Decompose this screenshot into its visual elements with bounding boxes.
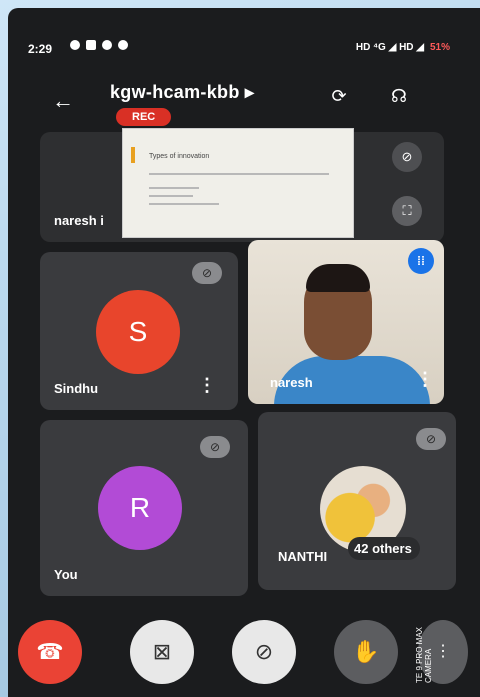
more-options-icon[interactable]: ⋮ — [416, 369, 434, 390]
camera-off-button[interactable]: ⊠ — [130, 620, 194, 684]
mic-off-button[interactable]: ⊘ — [232, 620, 296, 684]
mic-off-icon: ⊘ — [200, 436, 230, 458]
meeting-code[interactable]: kgw-hcam-kbb ▸ — [110, 82, 254, 103]
doc-line — [149, 187, 199, 189]
mic-off-icon: ⊘ — [392, 142, 422, 172]
battery-level: 51% — [429, 42, 450, 53]
participant-tile-you[interactable]: ⊘ R You — [40, 420, 248, 596]
end-call-button[interactable]: ☎ — [18, 620, 82, 684]
participant-name: You — [54, 567, 78, 582]
mic-off-icon: ⊘ — [416, 428, 446, 450]
headphones-icon[interactable]: ☊ — [386, 86, 412, 112]
participant-tile-others[interactable]: ⊘ NANTHI 42 others — [258, 412, 456, 590]
others-count-badge[interactable]: 42 others — [348, 537, 420, 560]
network-indicator: HD ⁴G ◢ HD ◢ — [355, 42, 424, 53]
doc-line — [149, 173, 329, 175]
presenter-name: naresh i — [54, 213, 104, 228]
device-watermark: TE 9 PRO MAX CAMERA — [415, 626, 433, 683]
doc-line — [149, 203, 219, 205]
meeting-header: ← kgw-hcam-kbb ▸ REC ⟳ ☊ — [8, 78, 480, 126]
mic-off-icon: ⊘ — [192, 262, 222, 284]
video-person-hair — [306, 264, 370, 292]
switch-camera-icon[interactable]: ⟳ — [326, 86, 352, 112]
status-notification-icons — [70, 40, 128, 50]
recording-badge: REC — [116, 108, 172, 126]
status-bar: 2:29 HD ⁴G ◢ HD ◢ 51% — [8, 38, 480, 62]
participant-name: NANTHI — [278, 549, 328, 564]
more-options-icon[interactable]: ⋮ — [198, 375, 216, 396]
doc-accent-bar — [131, 147, 135, 163]
participant-tile-naresh[interactable]: ⁞⁞ naresh ⋮ — [248, 240, 444, 404]
avatar: S — [96, 290, 180, 374]
status-time: 2:29 — [28, 42, 53, 56]
notification-icon — [70, 40, 80, 50]
location-icon — [118, 40, 128, 50]
participant-tile-sindhu[interactable]: ⊘ S Sindhu ⋮ — [40, 252, 238, 410]
avatar: R — [98, 466, 182, 550]
participant-name: naresh — [270, 375, 313, 390]
doc-line — [149, 195, 193, 197]
whatsapp-icon — [102, 40, 112, 50]
back-arrow-icon[interactable]: ← — [52, 88, 74, 114]
shared-document: Types of innovation — [122, 128, 354, 238]
participant-name: Sindhu — [54, 381, 99, 396]
doc-title: Types of innovation — [149, 153, 210, 160]
message-icon — [86, 40, 96, 50]
speaking-indicator-icon: ⁞⁞ — [408, 248, 434, 274]
phone-screen: 2:29 HD ⁴G ◢ HD ◢ 51% ← kgw-hcam-kbb ▸ R… — [8, 8, 480, 697]
raise-hand-button[interactable]: ✋ — [334, 620, 398, 684]
fullscreen-icon[interactable]: ⛶ — [392, 196, 422, 226]
